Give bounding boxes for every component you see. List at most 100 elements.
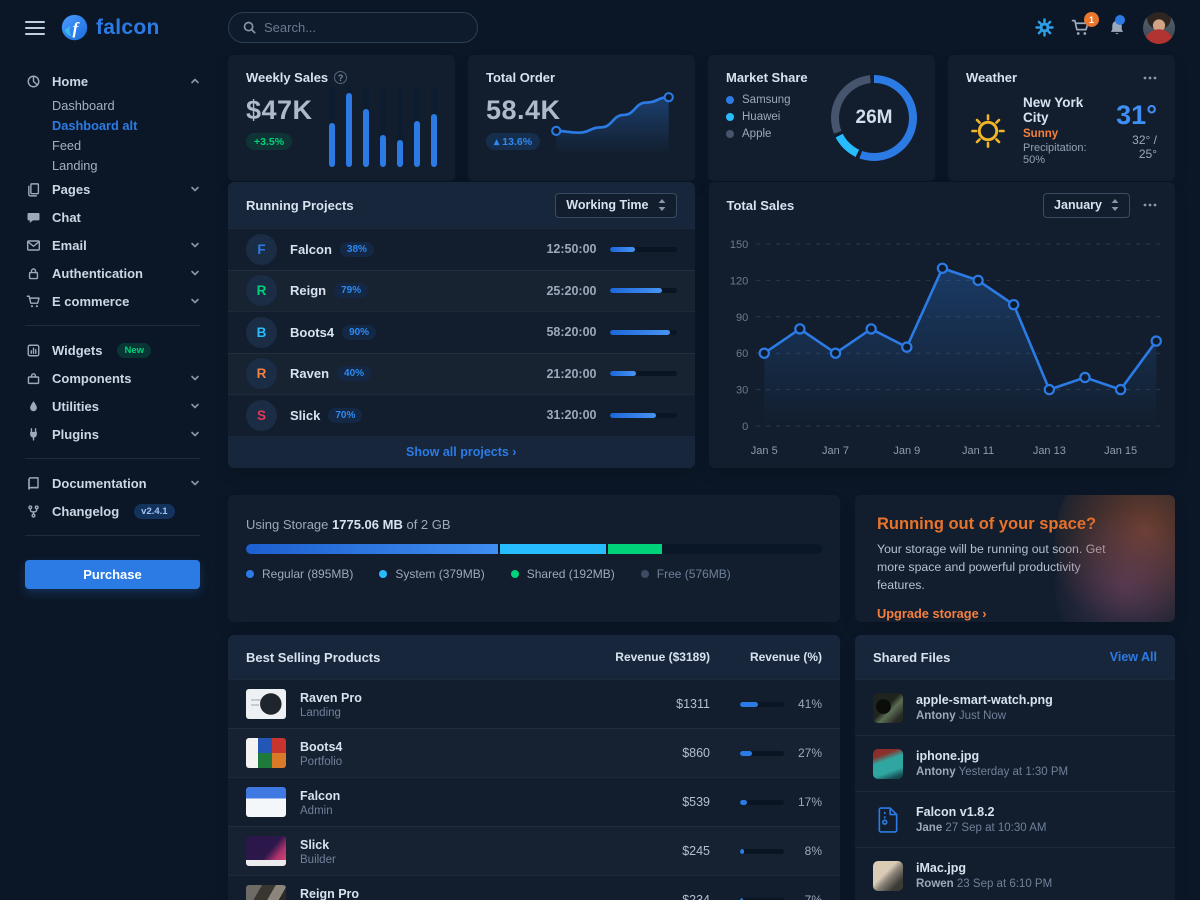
- sidebar-badge: v2.4.1: [134, 504, 174, 519]
- sort-arrows-icon: [658, 199, 666, 211]
- purchase-button[interactable]: Purchase: [25, 560, 200, 589]
- file-name[interactable]: iphone.jpg: [916, 749, 1068, 763]
- file-name[interactable]: apple-smart-watch.png: [916, 693, 1053, 707]
- cart-icon[interactable]: 1: [1071, 19, 1091, 36]
- product-revenue: $245: [560, 844, 710, 858]
- docs-icon: [25, 476, 41, 491]
- project-name[interactable]: Boots4: [290, 325, 334, 340]
- topbar: f falcon 1: [0, 0, 1200, 55]
- weather-title: Weather: [966, 70, 1017, 85]
- market-share-center-value: 26M: [831, 75, 917, 161]
- user-avatar[interactable]: [1143, 12, 1175, 44]
- product-category: Landing: [300, 707, 560, 719]
- sidebar-item-email[interactable]: Email: [25, 231, 200, 259]
- project-name[interactable]: Slick: [290, 408, 320, 423]
- storage-segment-shared: [608, 544, 662, 554]
- sidebar-item-plugins[interactable]: Plugins: [25, 420, 200, 448]
- sidebar-item-components[interactable]: Components: [25, 364, 200, 392]
- sidebar-item-documentation[interactable]: Documentation: [25, 469, 200, 497]
- show-all-projects-link[interactable]: Show all projects ›: [406, 445, 516, 459]
- product-name[interactable]: Falcon: [300, 789, 340, 803]
- project-progress-bar: [610, 247, 677, 252]
- month-select[interactable]: January: [1043, 193, 1130, 218]
- pages-icon: [25, 182, 41, 197]
- shared-file-row: iMac.jpg Rowen 23 Sep at 6:10 PM: [855, 847, 1175, 900]
- info-icon[interactable]: ?: [334, 71, 347, 84]
- sidebar-subitem-dashboard[interactable]: Dashboard: [25, 95, 200, 115]
- file-name[interactable]: Falcon v1.8.2: [916, 805, 1046, 819]
- project-name[interactable]: Reign: [290, 283, 326, 298]
- svg-text:Jan 9: Jan 9: [893, 445, 920, 457]
- product-name[interactable]: Boots4: [300, 740, 342, 754]
- weather-card: Weather New Yo: [948, 55, 1175, 181]
- notification-dot: [1115, 15, 1125, 25]
- sidebar-item-label: E commerce: [52, 294, 129, 309]
- sidebar-item-home[interactable]: Home: [25, 67, 200, 95]
- sidebar-item-widgets[interactable]: WidgetsNew: [25, 336, 200, 364]
- upgrade-storage-link[interactable]: Upgrade storage ›: [877, 606, 987, 621]
- file-name[interactable]: iMac.jpg: [916, 861, 1052, 875]
- storage-total: of 2 GB: [406, 517, 450, 532]
- project-avatar: F: [246, 234, 277, 265]
- settings-gear-icon[interactable]: [1035, 18, 1054, 37]
- search-bar[interactable]: [228, 12, 478, 43]
- sidebar-subitem-feed[interactable]: Feed: [25, 135, 200, 155]
- ellipsis-menu-icon[interactable]: [1143, 76, 1157, 80]
- product-category: Builder: [300, 854, 560, 866]
- sidebar-item-label: Widgets: [52, 343, 102, 358]
- utilities-icon: [25, 399, 41, 414]
- weather-temperature: 31°: [1116, 100, 1157, 131]
- sidebar-item-pages[interactable]: Pages: [25, 175, 200, 203]
- project-name[interactable]: Raven: [290, 366, 329, 381]
- product-category: Portfolio: [300, 756, 560, 768]
- file-thumbnail: [873, 861, 903, 891]
- shared-files-card: Shared Files View All apple-smart-watch.…: [855, 635, 1175, 900]
- view-all-link[interactable]: View All: [1110, 650, 1157, 664]
- sidebar-item-label: Pages: [52, 182, 90, 197]
- product-name[interactable]: Reign Pro: [300, 887, 359, 900]
- sidebar-divider: [25, 458, 200, 459]
- sidebar-item-utilities[interactable]: Utilities: [25, 392, 200, 420]
- product-name[interactable]: Slick: [300, 838, 329, 852]
- storage-legend-item: System (379MB): [379, 567, 484, 581]
- product-revenue: $234: [560, 893, 710, 900]
- components-icon: [25, 371, 41, 386]
- shared-file-row: iphone.jpg Antony Yesterday at 1:30 PM: [855, 735, 1175, 791]
- notifications-bell-icon[interactable]: [1108, 19, 1126, 37]
- project-row-slick: S Slick 70% 31:20:00: [228, 394, 695, 436]
- running-projects-card: Running Projects Working Time F Falcon 3…: [228, 182, 695, 468]
- chevron-down-icon: [190, 478, 200, 488]
- shared-files-title: Shared Files: [873, 650, 950, 665]
- brand-logo[interactable]: f falcon: [60, 13, 160, 42]
- working-time-select[interactable]: Working Time: [555, 193, 676, 218]
- project-progress-bar: [610, 330, 677, 335]
- storage-progress-bar: [246, 544, 822, 554]
- product-row-boots4: Boots4 Portfolio $860 27%: [228, 728, 840, 777]
- sidebar-divider: [25, 535, 200, 536]
- widgets-icon: [25, 343, 41, 358]
- product-thumbnail: [246, 738, 286, 768]
- ellipsis-menu-icon[interactable]: [1143, 203, 1157, 207]
- plugins-icon: [25, 427, 41, 442]
- sidebar-item-authentication[interactable]: Authentication: [25, 259, 200, 287]
- total-sales-title: Total Sales: [727, 198, 795, 213]
- product-progress-bar: [740, 849, 784, 854]
- sidebar-item-e-commerce[interactable]: E commerce: [25, 287, 200, 315]
- sidebar-subitem-dashboard-alt[interactable]: Dashboard alt: [25, 115, 200, 135]
- weekly-sales-bar: [397, 87, 403, 167]
- sidebar-item-changelog[interactable]: Changelogv2.4.1: [25, 497, 200, 525]
- product-name[interactable]: Raven Pro: [300, 691, 362, 705]
- hamburger-menu-icon[interactable]: [25, 17, 45, 39]
- svg-text:Jan 13: Jan 13: [1032, 445, 1065, 457]
- chevron-down-icon: [190, 184, 200, 194]
- upgrade-storage-card: Running out of your space? Your storage …: [855, 495, 1175, 622]
- sidebar-item-label: Home: [52, 74, 88, 89]
- file-author: Rowen: [916, 878, 954, 890]
- sidebar-item-label: Plugins: [52, 427, 99, 442]
- sidebar-item-chat[interactable]: Chat: [25, 203, 200, 231]
- sidebar-subitem-landing[interactable]: Landing: [25, 155, 200, 175]
- best-selling-products-card: Best Selling Products Revenue ($3189) Re…: [228, 635, 840, 900]
- project-name[interactable]: Falcon: [290, 242, 332, 257]
- search-input[interactable]: [264, 20, 463, 35]
- weekly-sales-bar: [363, 87, 369, 167]
